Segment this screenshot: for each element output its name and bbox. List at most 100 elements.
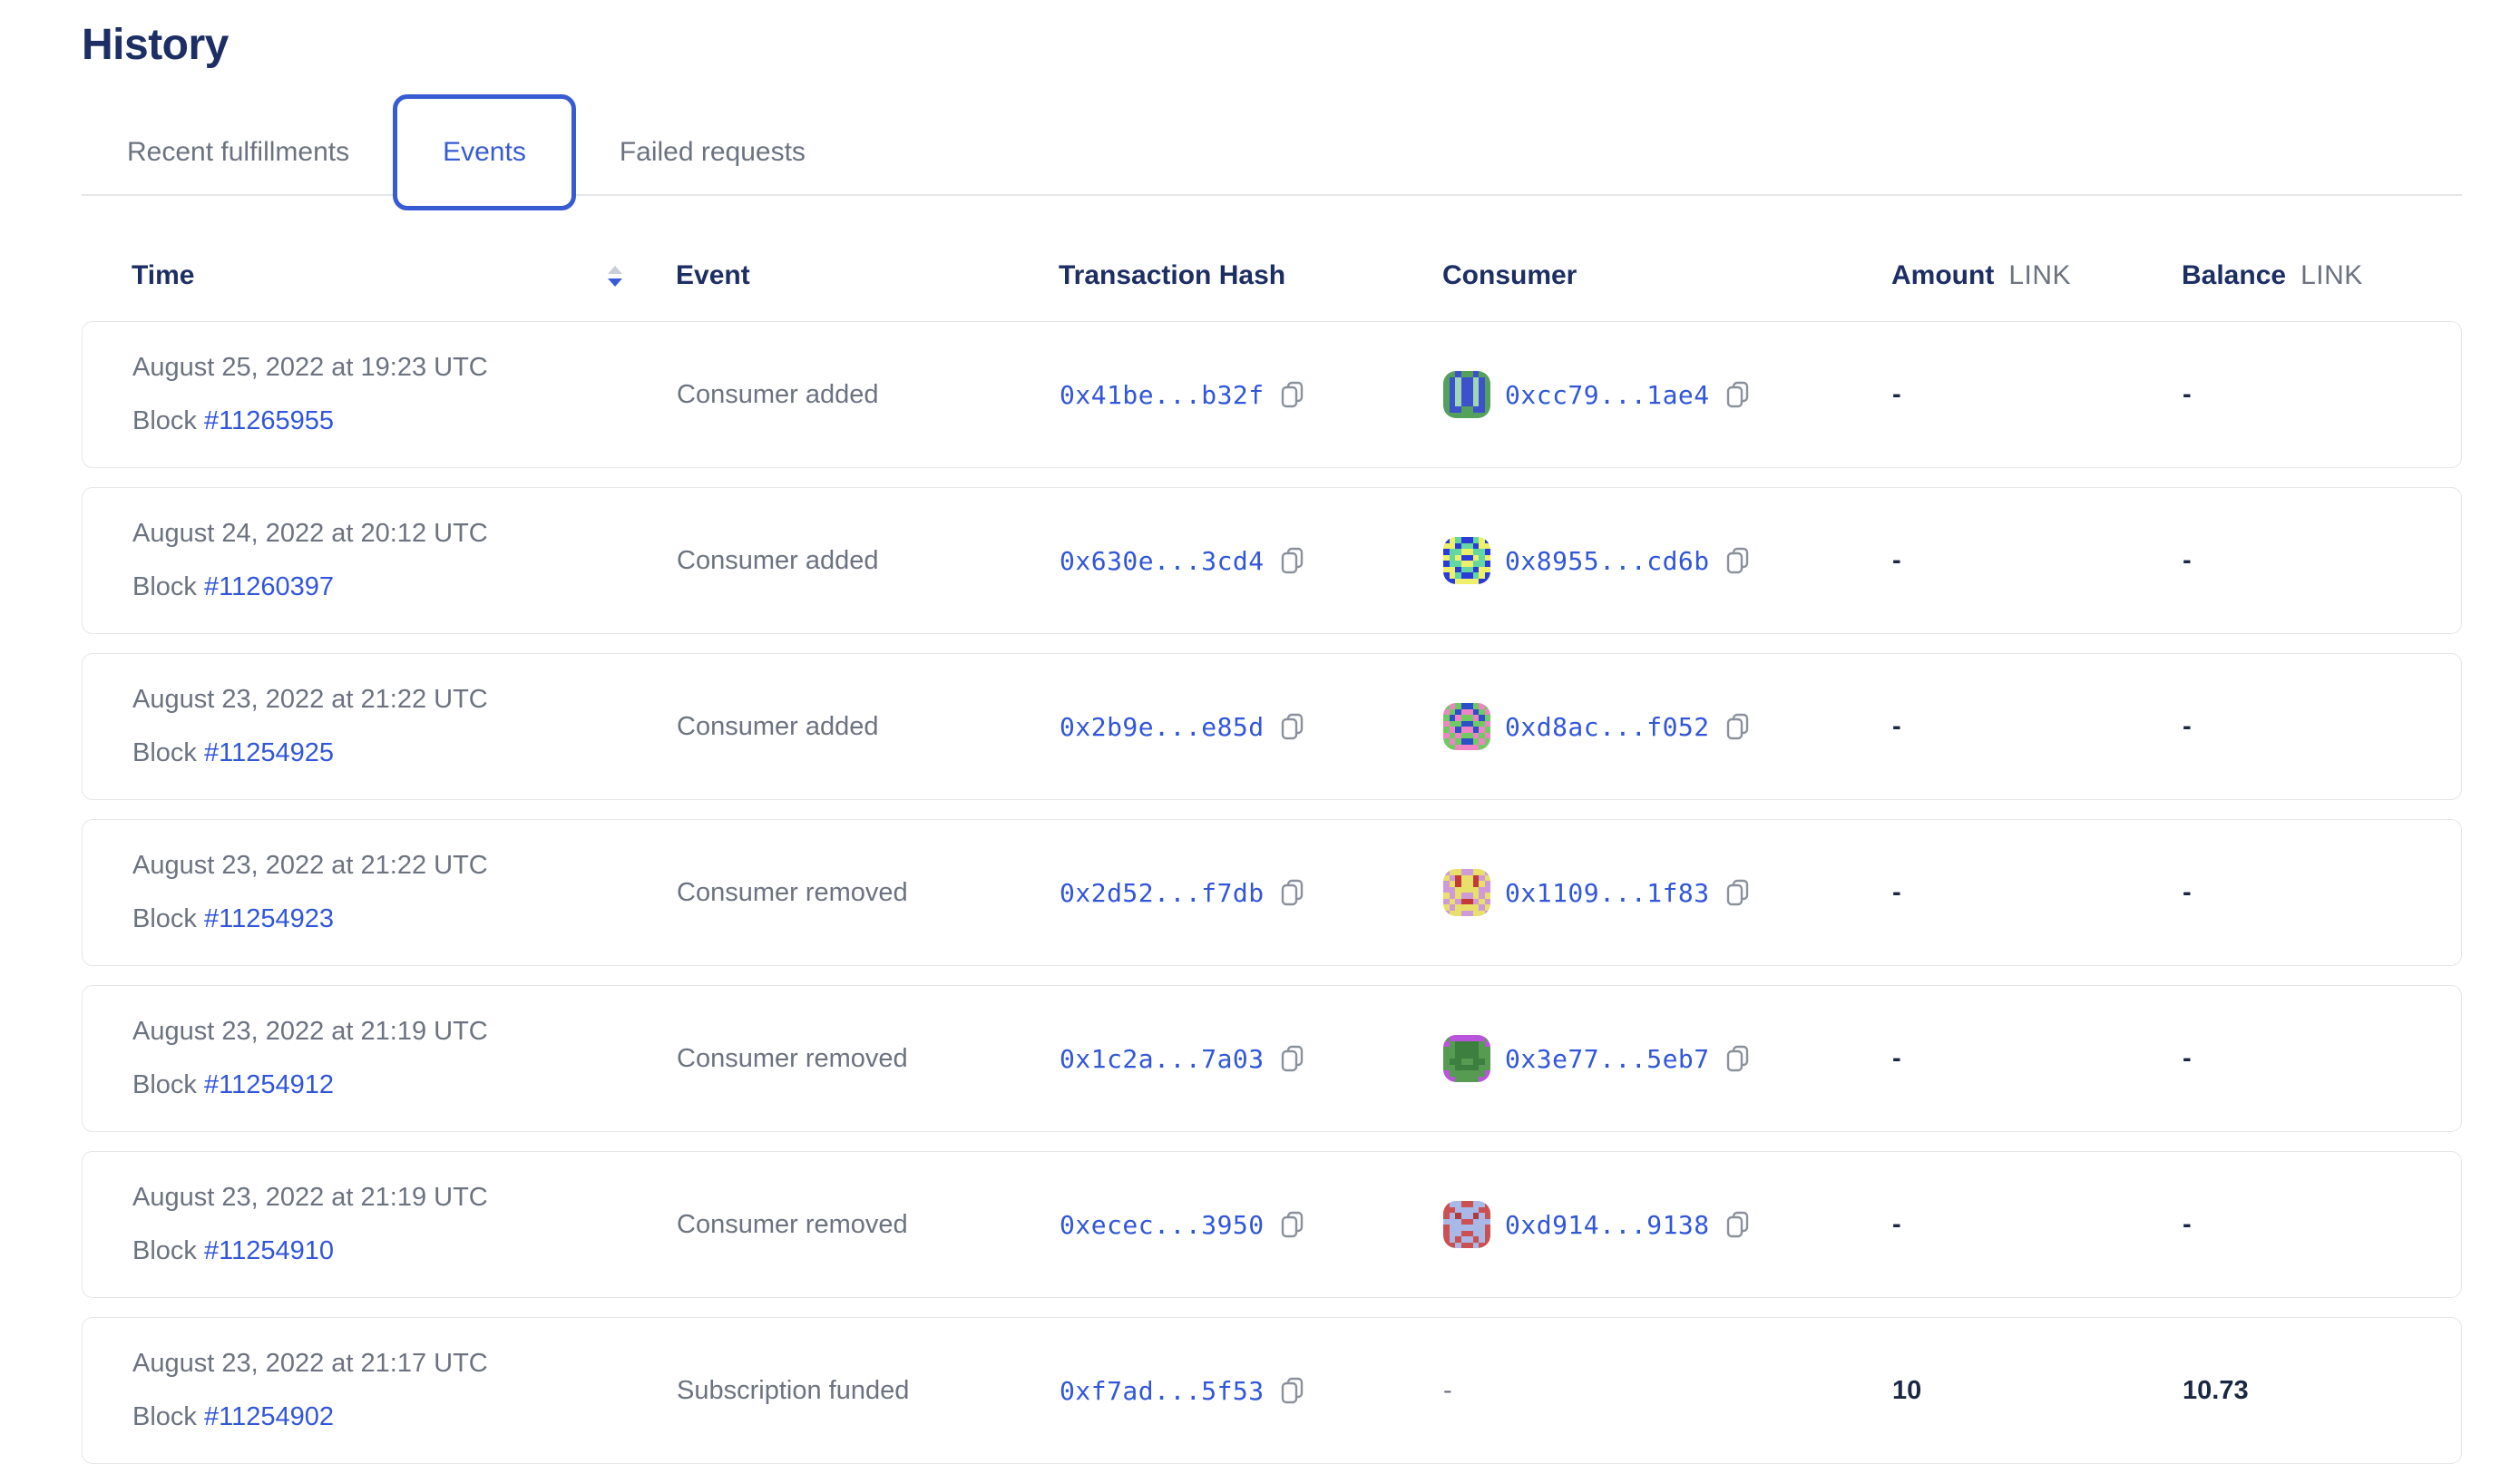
copy-icon[interactable]	[1279, 1376, 1306, 1405]
event-cell: Consumer added	[627, 380, 1010, 410]
block-number-link[interactable]: #11254902	[204, 1402, 334, 1431]
copy-icon[interactable]	[1724, 1044, 1752, 1073]
column-header-consumer: Consumer	[1392, 260, 1841, 291]
copy-icon[interactable]	[1279, 546, 1306, 575]
consumer-cell: 0x3e77...5eb7	[1393, 1035, 1842, 1082]
block-number-link[interactable]: #11254923	[204, 904, 334, 933]
table-row: August 23, 2022 at 21:19 UTC Block #1125…	[82, 1151, 2462, 1298]
consumer-avatar	[1443, 371, 1490, 418]
consumer-address-link[interactable]: 0x1109...1f83	[1505, 878, 1710, 908]
table-row: August 25, 2022 at 19:23 UTC Block #1126…	[82, 321, 2462, 468]
consumer-avatar	[1443, 703, 1490, 750]
consumer-address-link[interactable]: 0x8955...cd6b	[1505, 546, 1710, 576]
history-page: History Recent fulfillments Events Faile…	[0, 0, 2520, 1464]
block-label: Block	[132, 1236, 204, 1265]
events-list: August 25, 2022 at 19:23 UTC Block #1126…	[82, 321, 2462, 1464]
event-cell: Subscription funded	[627, 1376, 1010, 1406]
tx-hash-link[interactable]: 0x2b9e...e85d	[1060, 712, 1265, 742]
column-label: Event	[676, 260, 750, 291]
table-row: August 24, 2022 at 20:12 UTC Block #1126…	[82, 487, 2462, 634]
time-cell: August 23, 2022 at 21:17 UTC Block #1125…	[83, 1349, 627, 1432]
consumer-address-link[interactable]: 0xcc79...1ae4	[1505, 380, 1710, 410]
tx-hash-cell: 0x2d52...f7db	[1010, 878, 1393, 908]
block-label: Block	[132, 406, 204, 435]
block-number-link[interactable]: #11254925	[204, 738, 334, 767]
tx-hash-link[interactable]: 0x41be...b32f	[1060, 380, 1265, 410]
row-date: August 23, 2022 at 21:19 UTC	[132, 1017, 627, 1047]
tx-hash-link[interactable]: 0x2d52...f7db	[1060, 878, 1265, 908]
tx-hash-cell: 0x2b9e...e85d	[1010, 712, 1393, 742]
row-date: August 23, 2022 at 21:22 UTC	[132, 685, 627, 715]
event-cell: Consumer removed	[627, 878, 1010, 908]
tx-hash-link[interactable]: 0xf7ad...5f53	[1060, 1376, 1265, 1406]
copy-icon[interactable]	[1279, 712, 1306, 741]
time-cell: August 23, 2022 at 21:22 UTC Block #1125…	[83, 685, 627, 768]
tx-hash-cell: 0xf7ad...5f53	[1010, 1376, 1393, 1406]
column-header-event: Event	[626, 260, 1009, 291]
unit-label: LINK	[2300, 260, 2363, 291]
tx-hash-cell: 0xecec...3950	[1010, 1210, 1393, 1240]
history-tabs: Recent fulfillments Events Failed reques…	[82, 94, 2462, 210]
block-line: Block #11265955	[132, 406, 627, 436]
time-cell: August 25, 2022 at 19:23 UTC Block #1126…	[83, 353, 627, 436]
block-label: Block	[132, 738, 204, 767]
event-cell: Consumer added	[627, 712, 1010, 742]
time-cell: August 23, 2022 at 21:19 UTC Block #1125…	[83, 1183, 627, 1266]
balance-cell: -	[2133, 1210, 2461, 1240]
row-date: August 24, 2022 at 20:12 UTC	[132, 519, 627, 549]
column-header-time: Time	[82, 260, 626, 291]
amount-cell: -	[1842, 380, 2133, 410]
balance-cell: -	[2133, 878, 2461, 908]
tx-hash-link[interactable]: 0x630e...3cd4	[1060, 546, 1265, 576]
tx-hash-link[interactable]: 0x1c2a...7a03	[1060, 1044, 1265, 1074]
copy-icon[interactable]	[1724, 1210, 1752, 1239]
balance-cell: -	[2133, 712, 2461, 742]
copy-icon[interactable]	[1724, 546, 1752, 575]
block-number-link[interactable]: #11260397	[204, 572, 334, 601]
time-cell: August 23, 2022 at 21:19 UTC Block #1125…	[83, 1017, 627, 1100]
copy-icon[interactable]	[1279, 1210, 1306, 1239]
column-header-transaction-hash: Transaction Hash	[1009, 260, 1392, 291]
event-cell: Consumer removed	[627, 1210, 1010, 1240]
copy-icon[interactable]	[1279, 878, 1306, 907]
block-number-link[interactable]: #11265955	[204, 406, 334, 435]
consumer-cell: 0xcc79...1ae4	[1393, 371, 1842, 418]
table-header: Time Event Transaction Hash Consumer Amo…	[82, 230, 2462, 321]
sort-descending-icon[interactable]	[608, 266, 622, 287]
balance-cell: -	[2133, 546, 2461, 576]
column-label: Time	[132, 260, 194, 291]
copy-icon[interactable]	[1279, 1044, 1306, 1073]
column-label: Balance	[2182, 260, 2286, 291]
consumer-cell: 0x8955...cd6b	[1393, 537, 1842, 584]
balance-cell: -	[2133, 1044, 2461, 1074]
tx-hash-cell: 0x630e...3cd4	[1010, 546, 1393, 576]
tx-hash-cell: 0x41be...b32f	[1010, 380, 1393, 410]
consumer-avatar	[1443, 1035, 1490, 1082]
consumer-address-link[interactable]: 0xd914...9138	[1505, 1210, 1710, 1240]
tab-events[interactable]: Events	[393, 94, 576, 210]
time-cell: August 24, 2022 at 20:12 UTC Block #1126…	[83, 519, 627, 602]
copy-icon[interactable]	[1724, 380, 1752, 409]
balance-cell: -	[2133, 380, 2461, 410]
copy-icon[interactable]	[1724, 712, 1752, 741]
consumer-avatar	[1443, 537, 1490, 584]
page-title: History	[82, 20, 2462, 71]
row-date: August 25, 2022 at 19:23 UTC	[132, 353, 627, 383]
consumer-cell: 0x1109...1f83	[1393, 869, 1842, 916]
block-number-link[interactable]: #11254910	[204, 1236, 334, 1265]
amount-cell: 10	[1842, 1376, 2133, 1406]
block-number-link[interactable]: #11254912	[204, 1070, 334, 1099]
copy-icon[interactable]	[1724, 878, 1752, 907]
block-line: Block #11254902	[132, 1402, 627, 1432]
tab-recent-fulfillments[interactable]: Recent fulfillments	[127, 137, 349, 168]
consumer-cell: 0xd8ac...f052	[1393, 703, 1842, 750]
consumer-address-link[interactable]: 0x3e77...5eb7	[1505, 1044, 1710, 1074]
amount-cell: -	[1842, 878, 2133, 908]
tx-hash-link[interactable]: 0xecec...3950	[1060, 1210, 1265, 1240]
row-date: August 23, 2022 at 21:19 UTC	[132, 1183, 627, 1213]
consumer-cell: -	[1393, 1376, 1842, 1406]
copy-icon[interactable]	[1279, 380, 1306, 409]
table-row: August 23, 2022 at 21:19 UTC Block #1125…	[82, 985, 2462, 1132]
tab-failed-requests[interactable]: Failed requests	[620, 137, 806, 168]
consumer-address-link[interactable]: 0xd8ac...f052	[1505, 712, 1710, 742]
